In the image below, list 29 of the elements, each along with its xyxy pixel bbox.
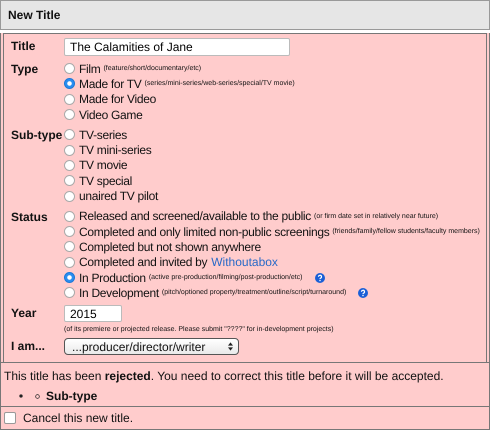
rejection-message: This title has been rejected. You need to correct this title before it will be accepted. xyxy=(4,369,444,384)
issue-label: Sub-type xyxy=(46,389,98,404)
field-label: Year xyxy=(11,305,38,322)
option-label[interactable]: TV-series xyxy=(79,128,127,142)
option-label[interactable]: Made for Video xyxy=(79,92,156,106)
option-label[interactable]: In Development xyxy=(79,286,159,300)
option-label[interactable]: Completed and invited by xyxy=(79,255,208,270)
role-select[interactable]: ...producer/director/writer xyxy=(64,338,239,356)
option-label[interactable]: TV mini-series xyxy=(79,143,152,158)
title-input[interactable]: The Calamities of Jane xyxy=(64,38,290,56)
cancel-label[interactable]: Cancel this new title. xyxy=(23,411,134,426)
option-label[interactable]: Completed and only limited non-public screenings xyxy=(79,224,330,239)
withoutabox-link[interactable]: Withoutabox xyxy=(211,255,278,270)
field-label: Sub-type xyxy=(11,127,64,144)
option-label[interactable]: In Production xyxy=(79,270,146,284)
option-label[interactable]: Video Game xyxy=(79,108,142,122)
field-label: I am... xyxy=(11,338,46,354)
field-label: Title xyxy=(11,38,36,54)
option-label[interactable]: Film xyxy=(79,62,100,76)
option-label[interactable]: unaired TV pilot xyxy=(79,189,158,204)
option-label[interactable]: Completed but not shown anywhere xyxy=(79,240,261,254)
option-label[interactable]: Released and screened/available to the public xyxy=(79,209,312,224)
option-label[interactable]: TV special xyxy=(79,174,132,188)
year-input[interactable]: 2015 xyxy=(64,305,122,322)
field-label: Status xyxy=(11,208,49,225)
option-label[interactable]: Made for TV xyxy=(79,76,142,91)
form-title: New Title xyxy=(8,8,60,22)
option-label[interactable]: TV movie xyxy=(79,158,128,172)
field-label: Type xyxy=(11,61,40,77)
